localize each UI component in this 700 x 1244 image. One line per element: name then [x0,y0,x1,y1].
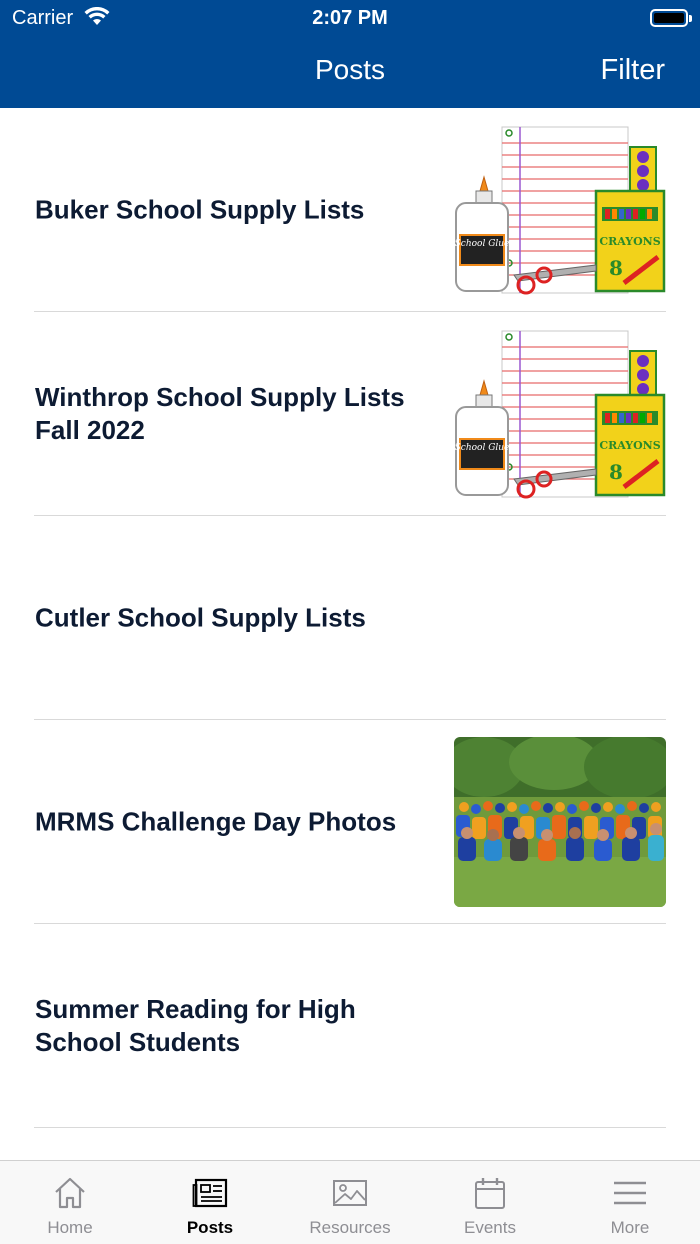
post-row[interactable]: Summer Reading for High School Students [0,924,700,1128]
post-row[interactable]: Winthrop School Supply Lists Fall 2022 C… [0,312,700,516]
tab-label: Events [464,1218,516,1237]
post-title: Summer Reading for High School Students [35,994,356,1057]
calendar-icon [472,1176,508,1215]
school-supplies-image: CRAYONS 8 School Glue [454,125,666,295]
challenge-day-photo [454,737,666,907]
tab-posts[interactable]: Posts [140,1161,280,1244]
crayons-count-text: 8 [609,460,623,484]
post-row[interactable]: Cutler School Supply Lists [0,516,700,720]
tab-events[interactable]: Events [420,1161,560,1244]
crayons-count-text: 8 [609,256,623,280]
menu-icon [612,1176,648,1215]
tab-label: Resources [309,1218,391,1237]
filter-button[interactable]: Filter [601,54,665,87]
house-icon [52,1176,88,1215]
post-row[interactable]: MRMS Challenge Day Photos [0,720,700,924]
image-icon [332,1176,368,1215]
post-title: Buker School Supply Lists [35,194,365,225]
glue-label-text: School Glue [455,239,510,249]
page-title: Posts [314,54,386,85]
post-row[interactable]: Buker School Supply Lists CRAYONS 8 Scho… [0,108,700,312]
newspaper-icon [192,1176,228,1215]
battery-icon [650,9,692,27]
crayons-brand-text: CRAYONS [599,235,660,248]
post-title: Cutler School Supply Lists [35,602,366,633]
nav-bar: Posts Filter [0,36,700,108]
tab-bar: Home Posts Resources Events More [0,1160,700,1244]
tab-home[interactable]: Home [0,1161,140,1244]
tab-resources[interactable]: Resources [280,1161,420,1244]
school-supplies-image: CRAYONS 8 School Glue [454,329,666,499]
app-header: Carrier 2:07 PM Posts Filter [0,0,700,108]
row-divider [34,1127,666,1128]
tab-more[interactable]: More [560,1161,700,1244]
glue-label-text: School Glue [455,443,510,453]
posts-list: Buker School Supply Lists CRAYONS 8 Scho… [0,108,700,1128]
post-title: MRMS Challenge Day Photos [35,806,397,837]
post-title: Winthrop School Supply Lists Fall 2022 [35,382,405,445]
status-bar: Carrier 2:07 PM [0,0,700,36]
crayons-brand-text: CRAYONS [599,439,660,452]
tab-label: More [610,1218,650,1237]
tab-label: Posts [186,1218,234,1237]
tab-label: Home [47,1218,93,1237]
status-time: 2:07 PM [312,7,388,29]
